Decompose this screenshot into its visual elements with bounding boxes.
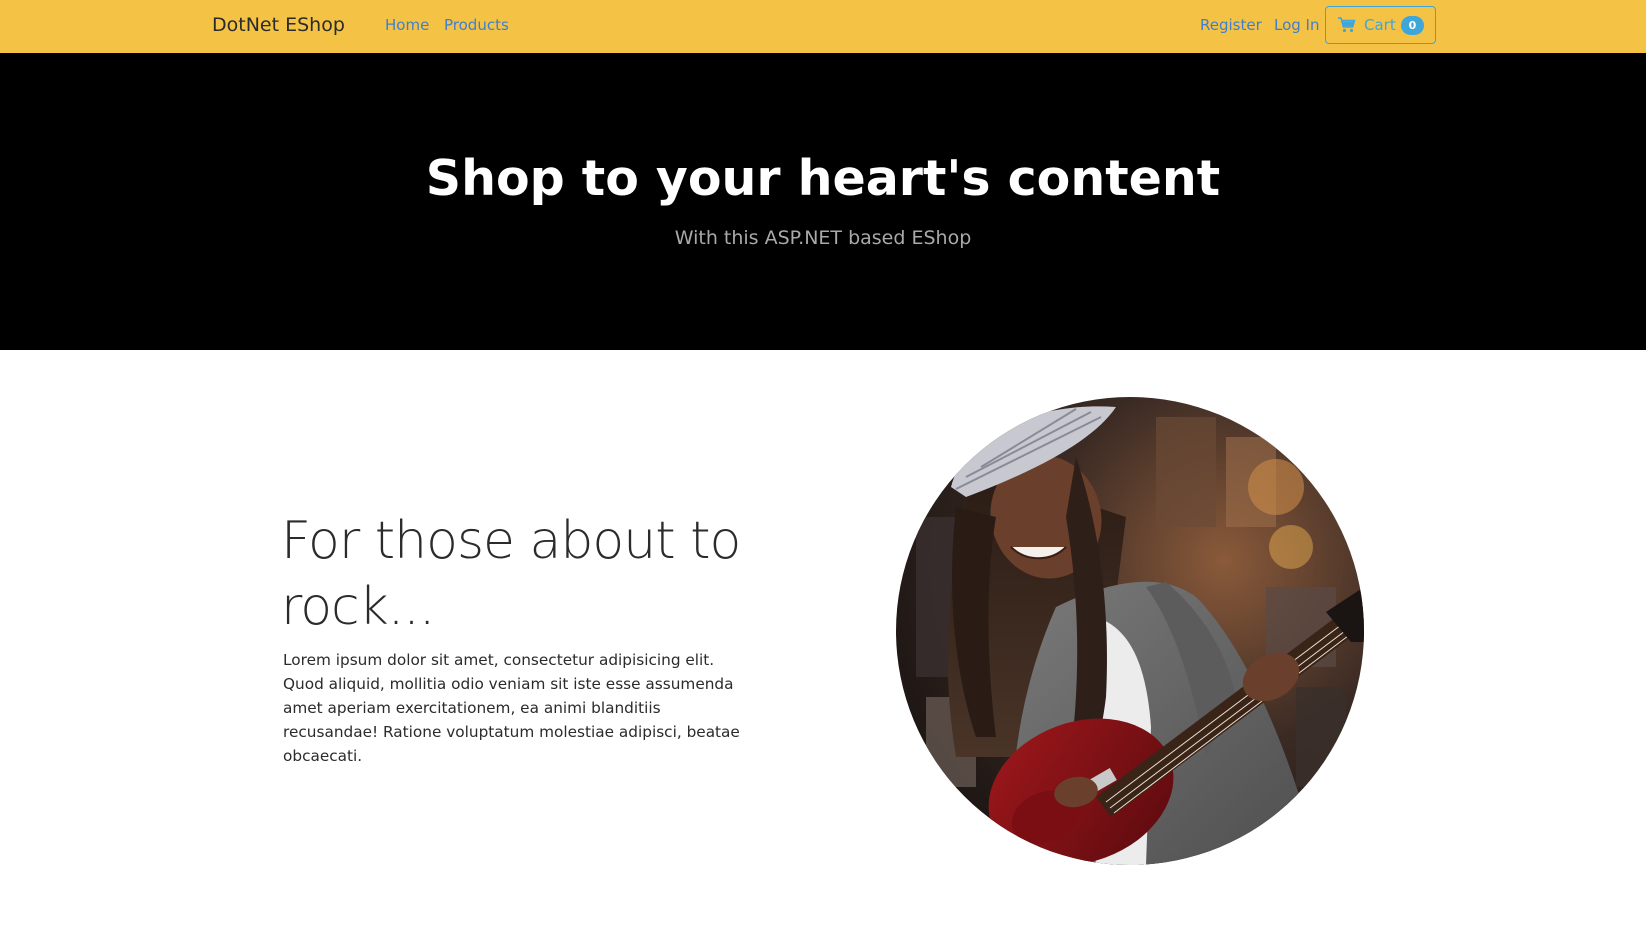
cart-button[interactable]: Cart 0 bbox=[1325, 6, 1436, 44]
brand-link[interactable]: DotNet EShop bbox=[212, 14, 345, 36]
cart-icon bbox=[1337, 17, 1356, 33]
cart-label: Cart bbox=[1364, 16, 1396, 34]
hero-banner: Shop to your heart's content With this A… bbox=[0, 53, 1646, 350]
nav-login-link[interactable]: Log In bbox=[1274, 16, 1320, 34]
feature-heading: For those about to rock... bbox=[281, 511, 741, 637]
hero-title: Shop to your heart's content bbox=[425, 150, 1221, 207]
nav-products-link[interactable]: Products bbox=[444, 16, 509, 34]
feature-body-text: Lorem ipsum dolor sit amet, consectetur … bbox=[283, 651, 740, 765]
cart-count-badge: 0 bbox=[1401, 16, 1424, 35]
hero-subtitle: With this ASP.NET based EShop bbox=[674, 227, 972, 249]
nav-register-link[interactable]: Register bbox=[1200, 16, 1262, 34]
nav-home-link[interactable]: Home bbox=[385, 16, 429, 34]
guitarist-photo bbox=[896, 397, 1364, 865]
top-navbar: DotNet EShop Home Products Register Log … bbox=[0, 0, 1646, 53]
